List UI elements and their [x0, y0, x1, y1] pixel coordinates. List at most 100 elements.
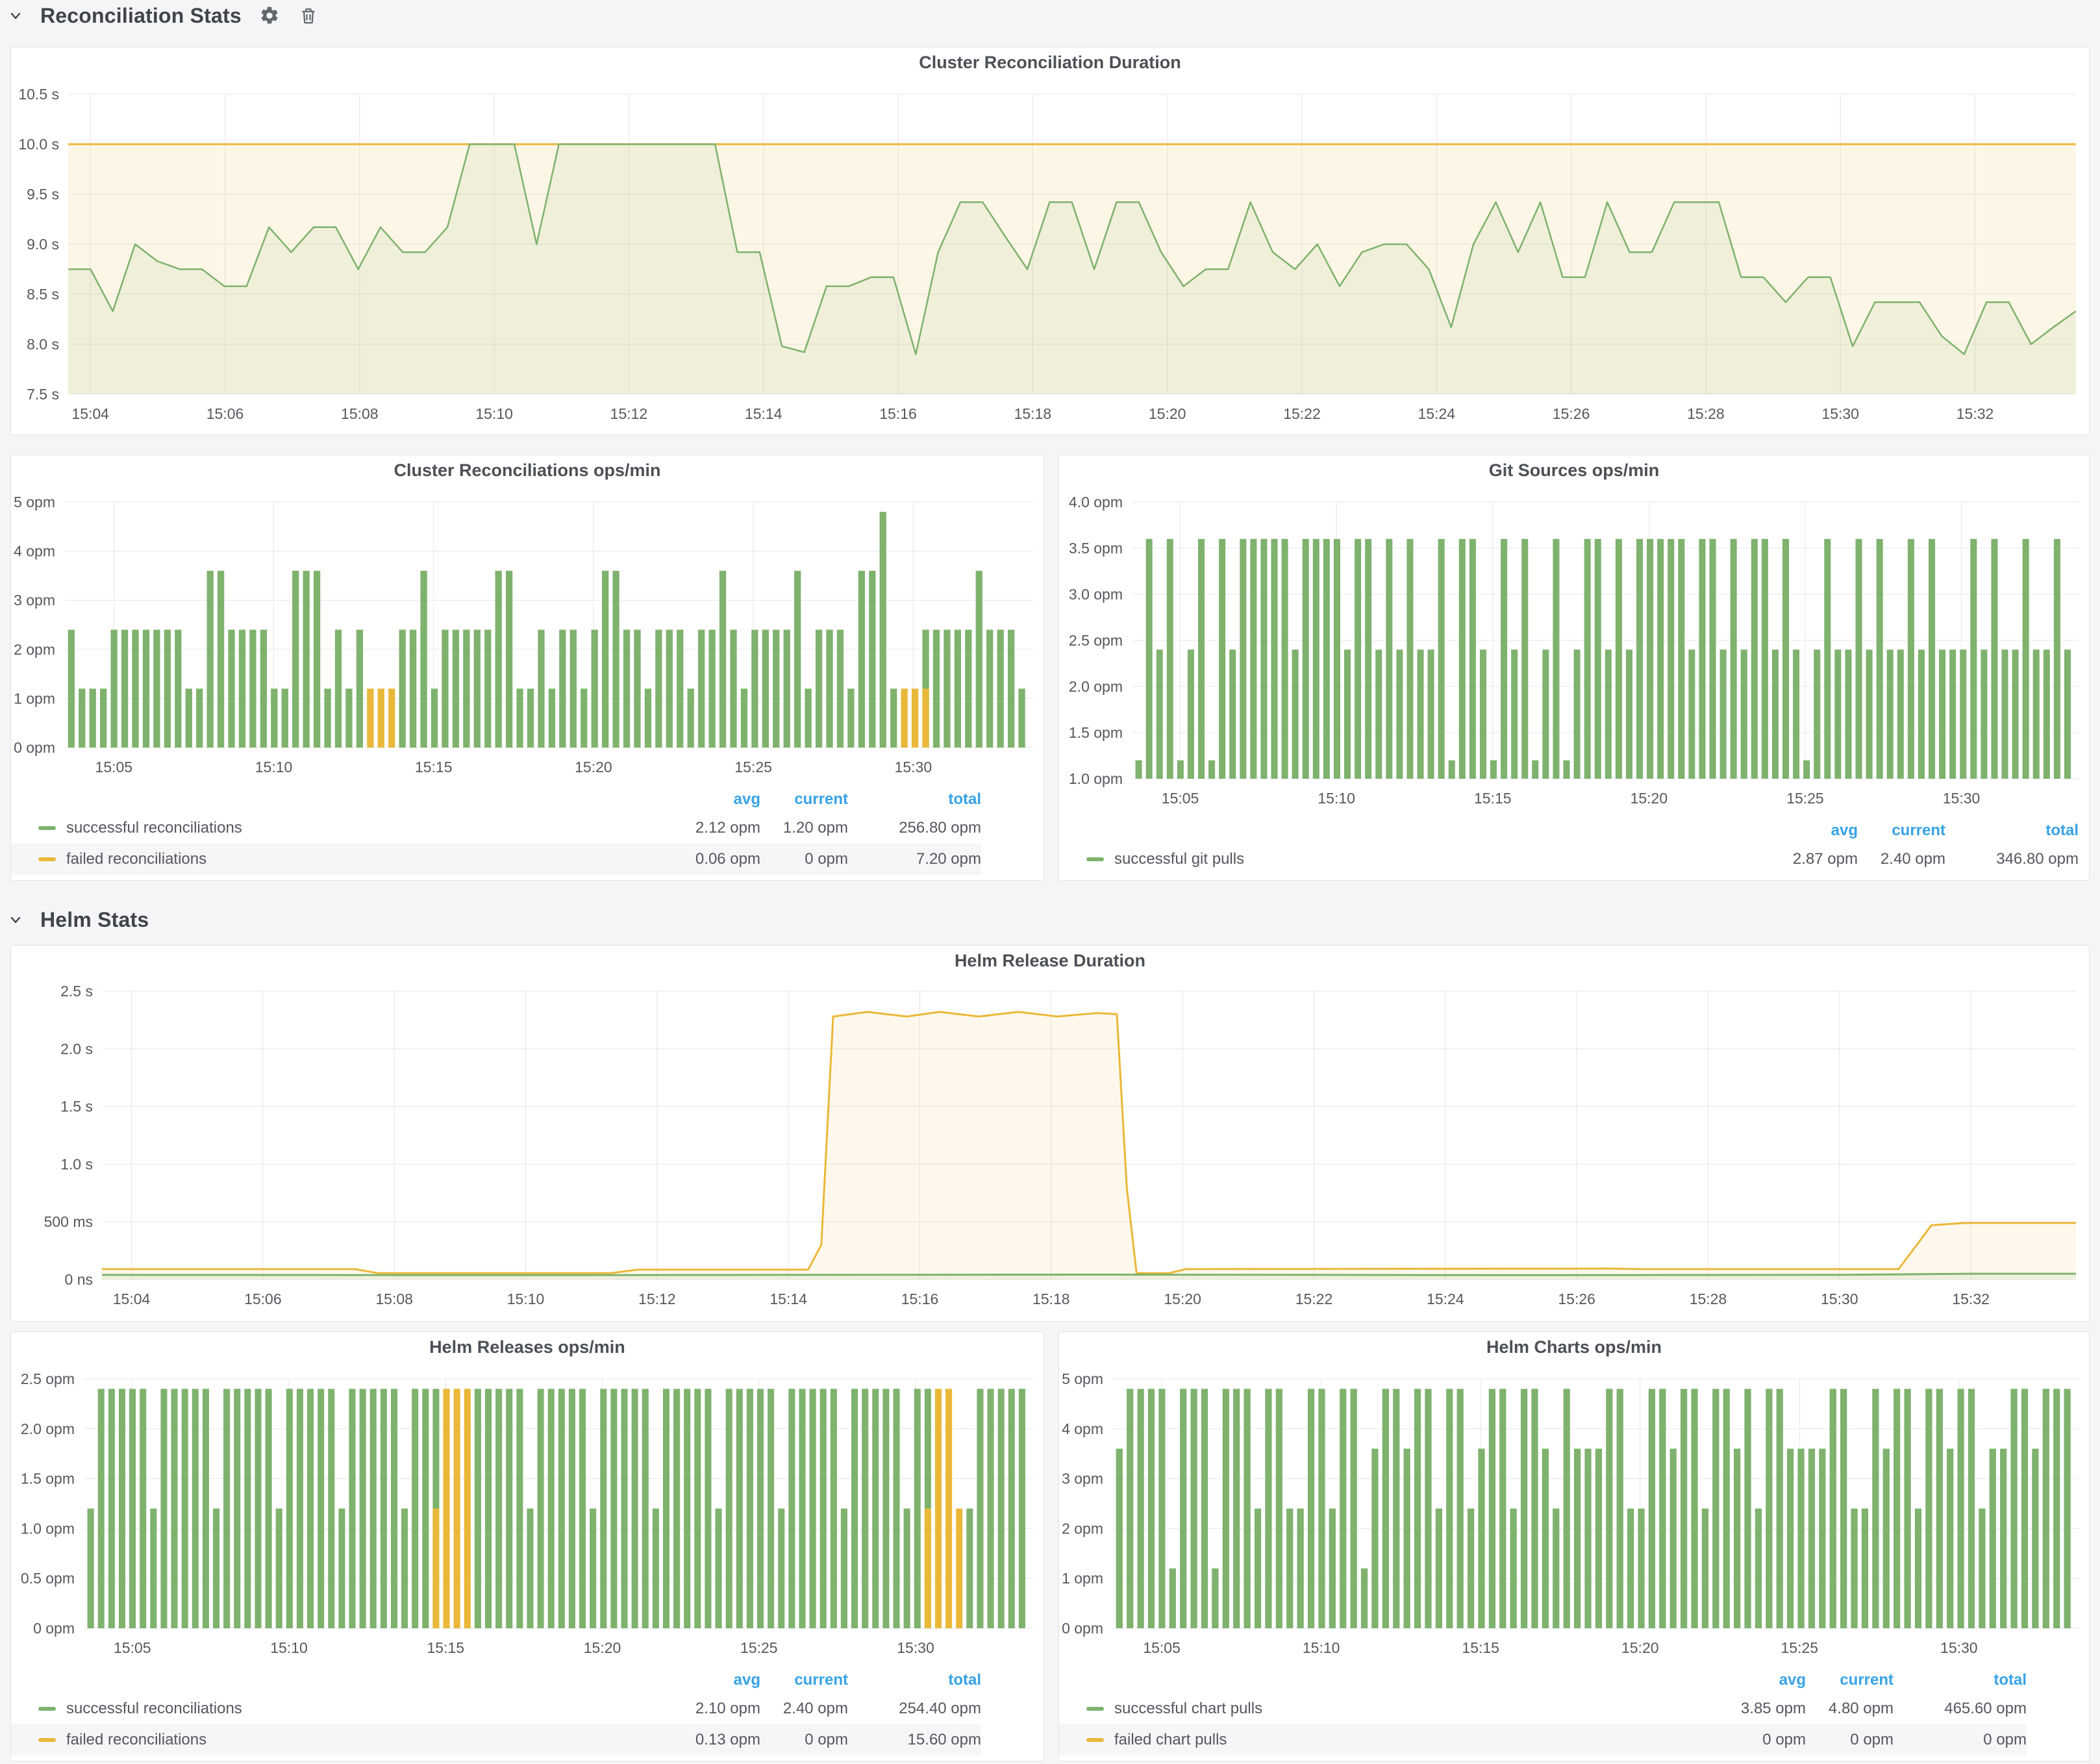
svg-text:1.5 s: 1.5 s: [60, 1098, 93, 1115]
svg-text:15:08: 15:08: [375, 1291, 413, 1307]
legend-header-total[interactable]: total: [1894, 1671, 2027, 1689]
svg-text:1.5 opm: 1.5 opm: [21, 1470, 75, 1487]
legend-stat-avg: 0.06 opm: [650, 850, 760, 868]
svg-text:15:26: 15:26: [1558, 1291, 1595, 1307]
panel-cluster-reconciliations-opm: Cluster Reconciliations ops/min 0 opm1 o…: [10, 455, 1044, 881]
svg-text:8.0 s: 8.0 s: [27, 336, 59, 353]
svg-text:15:06: 15:06: [244, 1291, 282, 1307]
svg-text:15:25: 15:25: [1786, 790, 1824, 807]
legend-series-label[interactable]: successful reconciliations: [66, 819, 650, 837]
svg-text:10.0 s: 10.0 s: [18, 136, 59, 153]
legend-series-label[interactable]: successful reconciliations: [66, 1700, 650, 1718]
svg-text:15:10: 15:10: [1318, 790, 1355, 807]
svg-text:2.0 opm: 2.0 opm: [1069, 678, 1123, 695]
cluster-reconciliations-opm-chart[interactable]: 0 opm1 opm2 opm3 opm4 opm5 opm15:0515:10…: [11, 485, 1044, 783]
legend-stat-current: 1.20 opm: [760, 819, 848, 837]
legend-stat-total: 15.60 opm: [848, 1731, 981, 1749]
legend-stat-avg: 0 opm: [1695, 1731, 1806, 1749]
series-color-marker: [1086, 1738, 1104, 1742]
helm-releases-opm-chart[interactable]: 0 opm0.5 opm1.0 opm1.5 opm2.0 opm2.5 opm…: [11, 1362, 1044, 1663]
section-title[interactable]: Reconciliation Stats: [40, 4, 242, 28]
legend-stat-avg: 2.87 opm: [1747, 850, 1858, 868]
svg-text:15:14: 15:14: [745, 405, 782, 422]
svg-text:15:16: 15:16: [879, 405, 917, 422]
legend-series-label[interactable]: failed chart pulls: [1114, 1731, 1695, 1749]
legend-header-current[interactable]: current: [1806, 1671, 1894, 1689]
svg-text:3.5 opm: 3.5 opm: [1069, 540, 1123, 557]
series-color-marker: [1086, 1707, 1104, 1711]
svg-text:0 opm: 0 opm: [14, 739, 55, 756]
section-helm-stats: Helm Stats: [8, 904, 149, 935]
legend-stat-current: 0 opm: [760, 850, 848, 868]
panel-title[interactable]: Cluster Reconciliations ops/min: [11, 455, 1044, 485]
svg-text:3 opm: 3 opm: [14, 592, 55, 609]
legend-header-avg[interactable]: avg: [650, 790, 760, 809]
legend-stat-total: 256.80 opm: [848, 819, 981, 837]
panel-title[interactable]: Helm Releases ops/min: [11, 1332, 1044, 1362]
chevron-down-icon[interactable]: [8, 8, 23, 23]
legend-stat-total: 7.20 opm: [848, 850, 981, 868]
panel-title[interactable]: Helm Release Duration: [11, 946, 2089, 976]
legend-row: failed chart pulls0 opm0 opm0 opm: [1059, 1724, 2027, 1756]
svg-text:9.0 s: 9.0 s: [27, 236, 59, 253]
trash-icon[interactable]: [297, 5, 319, 27]
section-reconciliation-stats: Reconciliation Stats: [8, 0, 319, 31]
svg-text:15:24: 15:24: [1427, 1291, 1464, 1307]
svg-text:15:30: 15:30: [1940, 1639, 1978, 1656]
legend-stat-total: 254.40 opm: [848, 1700, 981, 1718]
legend-row: successful reconciliations2.12 opm1.20 o…: [11, 813, 981, 844]
helm-release-duration-chart[interactable]: 0 ns500 ms1.0 s1.5 s2.0 s2.5 s15:0415:06…: [11, 976, 2089, 1318]
svg-text:15:14: 15:14: [769, 1291, 807, 1307]
series-color-marker: [38, 826, 56, 830]
legend-row: successful reconciliations2.10 opm2.40 o…: [11, 1693, 981, 1724]
panel-title[interactable]: Cluster Reconciliation Duration: [11, 47, 2089, 77]
svg-text:15:30: 15:30: [895, 759, 932, 775]
svg-text:15:32: 15:32: [1956, 405, 1994, 422]
svg-text:3.0 opm: 3.0 opm: [1069, 586, 1123, 603]
panel-title[interactable]: Helm Charts ops/min: [1059, 1332, 2089, 1362]
legend-header-total[interactable]: total: [848, 1671, 981, 1689]
legend-header-current[interactable]: current: [1858, 822, 1945, 840]
svg-text:5 opm: 5 opm: [14, 494, 55, 510]
series-color-marker: [1086, 857, 1104, 861]
legend-stat-current: 2.40 opm: [1858, 850, 1945, 868]
legend-header-total[interactable]: total: [848, 790, 981, 809]
panel-title[interactable]: Git Sources ops/min: [1059, 455, 2089, 485]
section-title[interactable]: Helm Stats: [40, 908, 149, 932]
legend-series-label[interactable]: successful git pulls: [1114, 850, 1747, 868]
chevron-down-icon[interactable]: [8, 912, 23, 927]
svg-text:15:30: 15:30: [1821, 405, 1859, 422]
legend-series-label[interactable]: failed reconciliations: [66, 1731, 650, 1749]
legend-header-current[interactable]: current: [760, 1671, 848, 1689]
legend-series-label[interactable]: failed reconciliations: [66, 850, 650, 868]
git-sources-opm-chart[interactable]: 1.0 opm1.5 opm2.0 opm2.5 opm3.0 opm3.5 o…: [1059, 485, 2089, 814]
svg-text:15:15: 15:15: [1474, 790, 1512, 807]
svg-text:15:22: 15:22: [1295, 1291, 1333, 1307]
legend-header-total[interactable]: total: [1945, 822, 2079, 840]
svg-text:2.0 opm: 2.0 opm: [21, 1420, 75, 1437]
legend-header-avg[interactable]: avg: [650, 1671, 760, 1689]
svg-text:15:06: 15:06: [206, 405, 244, 422]
svg-text:4 opm: 4 opm: [14, 543, 55, 560]
svg-text:15:25: 15:25: [1781, 1639, 1819, 1656]
legend-header-current[interactable]: current: [760, 790, 848, 809]
legend-stat-total: 465.60 opm: [1894, 1700, 2027, 1718]
panel-git-sources-opm: Git Sources ops/min 1.0 opm1.5 opm2.0 op…: [1058, 455, 2090, 881]
legend-stat-avg: 3.85 opm: [1695, 1700, 1806, 1718]
legend-series-label[interactable]: successful chart pulls: [1114, 1700, 1695, 1718]
svg-text:2.5 opm: 2.5 opm: [21, 1370, 75, 1387]
legend-stat-total: 346.80 opm: [1945, 850, 2079, 868]
gear-icon[interactable]: [258, 5, 281, 27]
legend-header-avg[interactable]: avg: [1747, 822, 1858, 840]
svg-text:7.5 s: 7.5 s: [27, 386, 59, 403]
cluster-reconciliation-duration-chart[interactable]: 7.5 s8.0 s8.5 s9.0 s9.5 s10.0 s10.5 s15:…: [11, 77, 2089, 432]
panel-helm-release-duration: Helm Release Duration 0 ns500 ms1.0 s1.5…: [10, 945, 2090, 1322]
svg-text:15:05: 15:05: [1143, 1639, 1181, 1656]
svg-text:1.5 opm: 1.5 opm: [1069, 724, 1123, 741]
legend-header-avg[interactable]: avg: [1695, 1671, 1806, 1689]
svg-text:2.0 s: 2.0 s: [60, 1040, 93, 1057]
svg-text:500 ms: 500 ms: [44, 1213, 93, 1230]
svg-text:1.0 opm: 1.0 opm: [21, 1520, 75, 1537]
svg-text:0.5 opm: 0.5 opm: [21, 1570, 75, 1587]
helm-charts-opm-chart[interactable]: 0 opm1 opm2 opm3 opm4 opm5 opm15:0515:10…: [1059, 1362, 2089, 1663]
